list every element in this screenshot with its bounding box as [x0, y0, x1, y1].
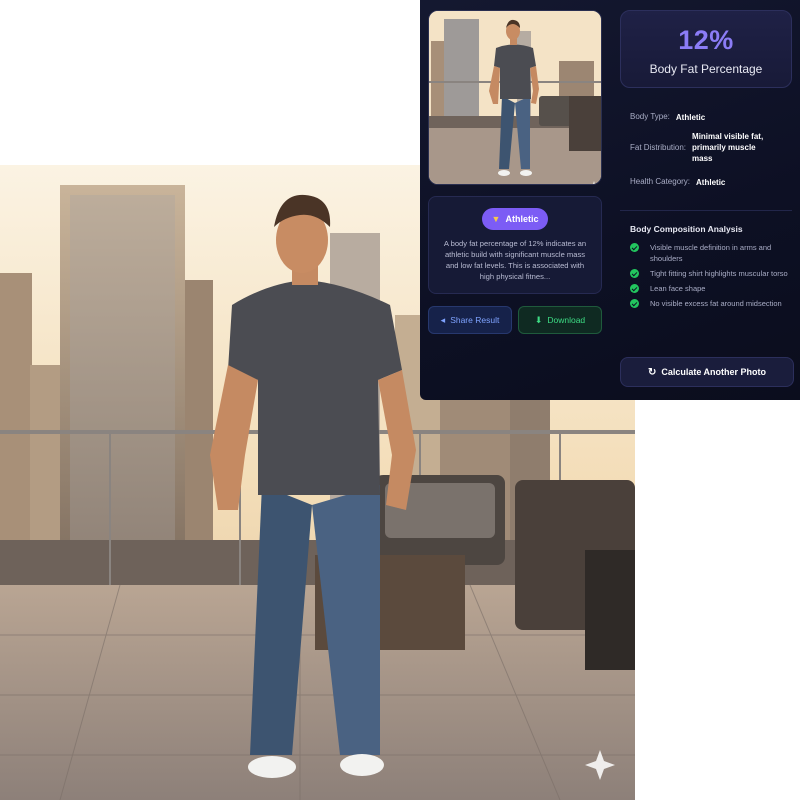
analysis-item-text: No visible excess fat around midsection	[650, 299, 782, 308]
body-type-label: Body Type:	[630, 112, 670, 121]
category-description-card: ▼ Athletic A body fat percentage of 12% …	[428, 196, 602, 294]
calculate-another-photo-button[interactable]: ↻ Calculate Another Photo	[620, 357, 794, 387]
calculate-another-photo-label: Calculate Another Photo	[661, 367, 767, 377]
analysis-list: Visible muscle definition in arms and sh…	[630, 242, 790, 313]
health-category-label: Health Category:	[630, 177, 691, 186]
result-details: Body Type: Athletic Fat Distribution: Mi…	[620, 98, 792, 204]
share-result-button[interactable]: ◂ Share Result	[428, 306, 512, 334]
medal-icon: ▼	[491, 214, 501, 224]
detail-health-category: Health Category: Athletic	[630, 177, 725, 188]
share-icon: ◂	[440, 314, 446, 325]
thumbnail-illustration	[429, 11, 601, 184]
list-item: Visible muscle definition in arms and sh…	[630, 242, 790, 264]
analysis-item-text: Visible muscle definition in arms and sh…	[650, 243, 772, 263]
fat-distribution-value: Minimal visible fat, primarily muscle ma…	[692, 132, 764, 163]
analysis-item-text: Lean face shape	[650, 284, 706, 293]
photo-thumbnail	[428, 10, 602, 185]
check-circle-icon	[630, 269, 639, 278]
body-composition-analysis: Body Composition Analysis Visible muscle…	[620, 210, 792, 340]
body-type-value: Athletic	[675, 113, 706, 122]
body-fat-result-card: 12% Body Fat Percentage	[620, 10, 792, 88]
check-circle-icon	[630, 284, 639, 293]
category-badge: ▼ Athletic	[481, 208, 549, 230]
download-icon: ⬇	[534, 314, 543, 325]
download-button[interactable]: ⬇ Download	[518, 306, 602, 334]
list-item: No visible excess fat around midsection	[630, 298, 790, 309]
check-circle-icon	[630, 299, 639, 308]
download-label: Download	[547, 315, 586, 325]
check-circle-icon	[630, 243, 639, 252]
body-fat-label: Body Fat Percentage	[649, 62, 763, 76]
detail-fat-distribution: Fat Distribution: Minimal visible fat, p…	[630, 131, 774, 164]
body-fat-value: 12%	[678, 25, 734, 55]
category-badge-label: Athletic	[505, 214, 539, 224]
share-result-label: Share Result	[450, 315, 500, 325]
result-panel: 12% Body Fat Percentage Body Type: Athle…	[420, 0, 800, 400]
list-item: Tight fitting shirt highlights muscular …	[630, 268, 790, 279]
fat-distribution-label: Fat Distribution:	[630, 143, 687, 152]
list-item: Lean face shape	[630, 283, 790, 294]
health-category-value: Athletic	[696, 178, 726, 187]
category-description: A body fat percentage of 12% indicates a…	[443, 239, 587, 281]
refresh-icon: ↻	[647, 366, 657, 378]
analysis-item-text: Tight fitting shirt highlights muscular …	[650, 269, 788, 278]
detail-body-type: Body Type: Athletic	[630, 112, 705, 123]
analysis-title: Body Composition Analysis	[630, 224, 743, 234]
